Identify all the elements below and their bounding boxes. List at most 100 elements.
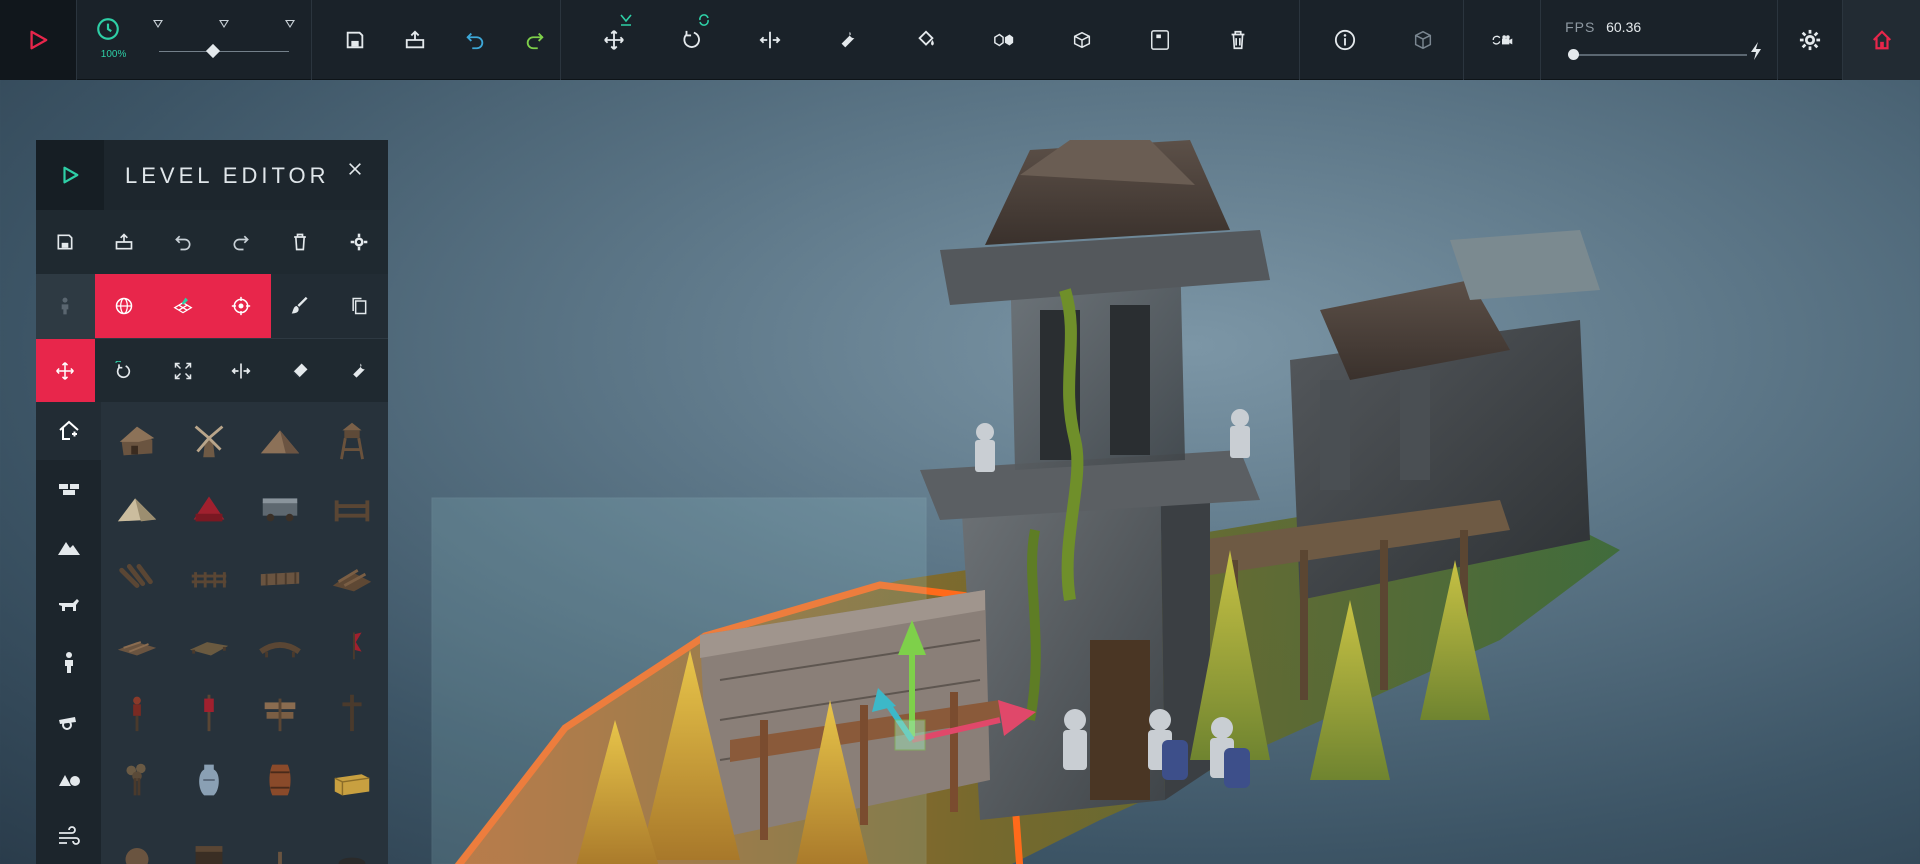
item-cross-post[interactable]	[316, 678, 388, 746]
move-tool-button[interactable]	[589, 13, 639, 65]
bounds-toggle-button[interactable]	[1057, 15, 1107, 65]
item-scarecrow[interactable]	[101, 678, 173, 746]
item-tent-white[interactable]	[101, 474, 173, 542]
category-wind[interactable]	[36, 808, 101, 864]
item-planks-pile[interactable]	[101, 610, 173, 678]
item-vase[interactable]	[173, 746, 245, 814]
editor-undo-button[interactable]	[153, 210, 212, 274]
save-button[interactable]	[330, 15, 380, 65]
editor-save-button[interactable]	[36, 210, 95, 274]
hut-icon	[119, 426, 155, 456]
global-space-button[interactable]	[94, 274, 154, 338]
item-flag[interactable]	[316, 610, 388, 678]
editor-mode-tools	[36, 274, 388, 338]
item-shield[interactable]	[101, 814, 173, 864]
editor-wrench-button[interactable]	[329, 339, 388, 403]
editor-eraser-button[interactable]	[271, 339, 330, 403]
home-button[interactable]	[1857, 15, 1907, 65]
label-frame-icon	[1150, 30, 1169, 50]
item-raft[interactable]	[173, 610, 245, 678]
category-humans[interactable]	[36, 634, 101, 692]
item-post[interactable]	[245, 814, 317, 864]
fence-icon	[334, 500, 370, 522]
item-banner[interactable]	[173, 678, 245, 746]
category-primitives[interactable]	[36, 750, 101, 808]
item-wall-panel[interactable]	[245, 542, 317, 610]
item-cart[interactable]	[245, 474, 317, 542]
editor-delete-button[interactable]	[271, 210, 330, 274]
category-weapons[interactable]	[36, 692, 101, 750]
delete-button[interactable]	[1213, 15, 1263, 65]
editor-move-button[interactable]	[36, 339, 95, 403]
fps-slider-knob[interactable]	[1567, 49, 1579, 60]
time-scale-knob[interactable]	[206, 43, 221, 59]
close-editor-button[interactable]	[340, 154, 370, 184]
brush-mode-button[interactable]	[271, 274, 330, 338]
mirror-tool-button[interactable]	[745, 15, 795, 65]
editor-play-button[interactable]	[36, 140, 104, 210]
info-icon	[1335, 29, 1356, 51]
vase-icon	[198, 764, 219, 796]
category-terrain[interactable]	[36, 518, 101, 576]
rotate-icon	[683, 30, 700, 48]
category-bricks[interactable]	[36, 460, 101, 518]
copy-mode-button[interactable]	[329, 274, 388, 338]
item-tent[interactable]	[245, 406, 317, 474]
undo-button[interactable]	[450, 15, 500, 65]
item-logs[interactable]	[101, 542, 173, 610]
item-windmill[interactable]	[173, 406, 245, 474]
rotate-tool-button[interactable]	[667, 14, 717, 65]
category-buildings[interactable]	[36, 402, 101, 460]
info-button[interactable]	[1320, 15, 1370, 65]
category-animals[interactable]	[36, 576, 101, 634]
raft-icon	[189, 642, 228, 656]
axis-badge-icon	[619, 13, 633, 32]
editor-scale-button[interactable]	[153, 339, 212, 403]
pivot-target-button[interactable]	[211, 274, 271, 338]
item-bridge[interactable]	[245, 610, 317, 678]
top-toolbar: 100% FPS 60.36	[0, 0, 1920, 80]
camera-switch-button[interactable]	[1477, 15, 1527, 65]
item-hay-bale[interactable]	[316, 746, 388, 814]
item-fence-short[interactable]	[316, 474, 388, 542]
settings-button[interactable]	[1785, 15, 1835, 65]
item-chest[interactable]	[173, 814, 245, 864]
editor-mirror-button[interactable]	[212, 339, 271, 403]
modify-tool-button[interactable]	[823, 15, 873, 65]
undo-icon	[174, 235, 191, 251]
view-cube-button[interactable]	[1398, 15, 1448, 65]
grid-snap-button[interactable]	[153, 274, 212, 338]
scale-icon	[174, 362, 191, 380]
item-tree-stump[interactable]	[101, 746, 173, 814]
editor-redo-button[interactable]	[212, 210, 271, 274]
editor-load-button[interactable]	[95, 210, 154, 274]
redo-button[interactable]	[510, 15, 560, 65]
label-toggle-button[interactable]	[1135, 15, 1185, 65]
editor-rotate-button[interactable]	[95, 339, 154, 403]
play-button[interactable]	[13, 15, 63, 65]
physics-toggle-button[interactable]	[979, 15, 1029, 65]
logs-icon	[119, 564, 153, 588]
item-signpost[interactable]	[245, 678, 317, 746]
item-barrel[interactable]	[245, 746, 317, 814]
fps-slider-track[interactable]	[1569, 54, 1748, 56]
character-mode-button[interactable]	[36, 274, 95, 338]
fast-marker-icon[interactable]	[284, 20, 295, 28]
watchtower-icon	[340, 422, 365, 460]
paint-tool-button[interactable]	[901, 15, 951, 65]
slow-marker-icon[interactable]	[152, 20, 163, 28]
normal-marker-icon[interactable]	[218, 20, 229, 28]
item-rock[interactable]	[316, 814, 388, 864]
item-log-pile[interactable]	[316, 542, 388, 610]
editor-transform-tools	[36, 338, 388, 403]
item-hut[interactable]	[101, 406, 173, 474]
wind-icon	[58, 826, 80, 845]
item-watchtower[interactable]	[316, 406, 388, 474]
time-scale-track[interactable]	[158, 51, 289, 52]
editor-settings-button[interactable]	[329, 210, 388, 274]
item-fence-long[interactable]	[173, 542, 245, 610]
flag-icon	[353, 632, 362, 660]
load-button[interactable]	[390, 15, 440, 65]
lightning-icon[interactable]	[1749, 42, 1763, 65]
item-tent-red[interactable]	[173, 474, 245, 542]
